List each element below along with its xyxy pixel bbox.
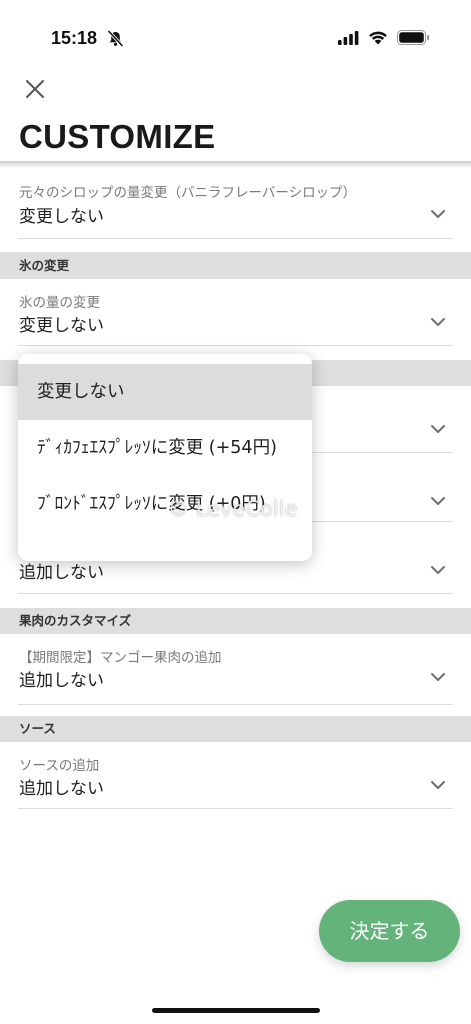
home-indicator[interactable]	[152, 1008, 320, 1013]
select-ice-amount[interactable]: 氷の量の変更 変更しない	[0, 279, 471, 346]
chevron-down-icon[interactable]	[429, 492, 447, 510]
section-header-label: 氷の変更	[19, 258, 70, 273]
section-header-ice: 氷の変更	[0, 252, 471, 279]
field-label: 元々のシロップの量変更（バニラフレーバーシロップ）	[19, 185, 357, 201]
dropdown-menu: 変更しない ﾃﾞｨｶﾌｪｴｽﾌﾟﾚｯｿに変更 (+54円) ﾌﾞﾛﾝﾄﾞｴｽﾌﾟ…	[18, 354, 312, 561]
signal-icon	[338, 31, 359, 45]
field-value[interactable]: 追加しない	[19, 779, 104, 799]
field-value[interactable]: 追加しない	[19, 563, 104, 583]
chevron-down-icon[interactable]	[429, 420, 447, 438]
battery-icon	[397, 30, 430, 45]
divider	[18, 345, 453, 346]
chevron-down-icon[interactable]	[429, 561, 447, 579]
section-header-pulp: 果肉のカスタマイズ	[0, 608, 471, 634]
field-value[interactable]: 変更しない	[19, 207, 104, 227]
page-title: CUSTOMIZE	[19, 118, 216, 155]
divider	[18, 704, 453, 705]
status-time: 15:18	[51, 28, 98, 48]
select-sauce[interactable]: ソースの追加 追加しない	[0, 742, 471, 809]
watermark: © LeveColle	[168, 497, 298, 521]
wifi-icon	[369, 31, 387, 45]
field-label: ソースの追加	[19, 758, 100, 774]
submit-button-label: 決定する	[349, 919, 430, 943]
divider	[18, 808, 453, 809]
dropdown-option-label: ﾃﾞｨｶﾌｪｴｽﾌﾟﾚｯｿに変更 (+54円)	[37, 438, 277, 458]
section-header-label: ソース	[19, 721, 56, 736]
bell-slash-icon	[107, 30, 124, 47]
dropdown-option[interactable]: 変更しない	[18, 364, 312, 420]
field-value[interactable]: 追加しない	[19, 671, 104, 691]
field-value[interactable]: 変更しない	[19, 316, 104, 336]
field-label: 【期間限定】マンゴー果肉の追加	[19, 650, 222, 666]
chevron-down-icon[interactable]	[429, 776, 447, 794]
section-header-sauce: ソース	[0, 716, 471, 742]
chevron-down-icon[interactable]	[429, 313, 447, 331]
dropdown-option[interactable]: ﾃﾞｨｶﾌｪｴｽﾌﾟﾚｯｿに変更 (+54円)	[18, 420, 312, 476]
select-syrup-amount[interactable]: 元々のシロップの量変更（バニラフレーバーシロップ） 変更しない	[0, 162, 471, 239]
select-mango-pulp[interactable]: 【期間限定】マンゴー果肉の追加 追加しない	[0, 634, 471, 705]
submit-button[interactable]: 決定する	[319, 900, 460, 962]
chevron-down-icon[interactable]	[429, 205, 447, 223]
field-label: 氷の量の変更	[19, 295, 100, 311]
divider	[18, 238, 453, 239]
divider	[18, 593, 453, 594]
section-header-label: 果肉のカスタマイズ	[19, 613, 132, 628]
dropdown-option-label: 変更しない	[37, 382, 125, 402]
chevron-down-icon[interactable]	[429, 668, 447, 686]
close-icon[interactable]	[25, 79, 45, 99]
